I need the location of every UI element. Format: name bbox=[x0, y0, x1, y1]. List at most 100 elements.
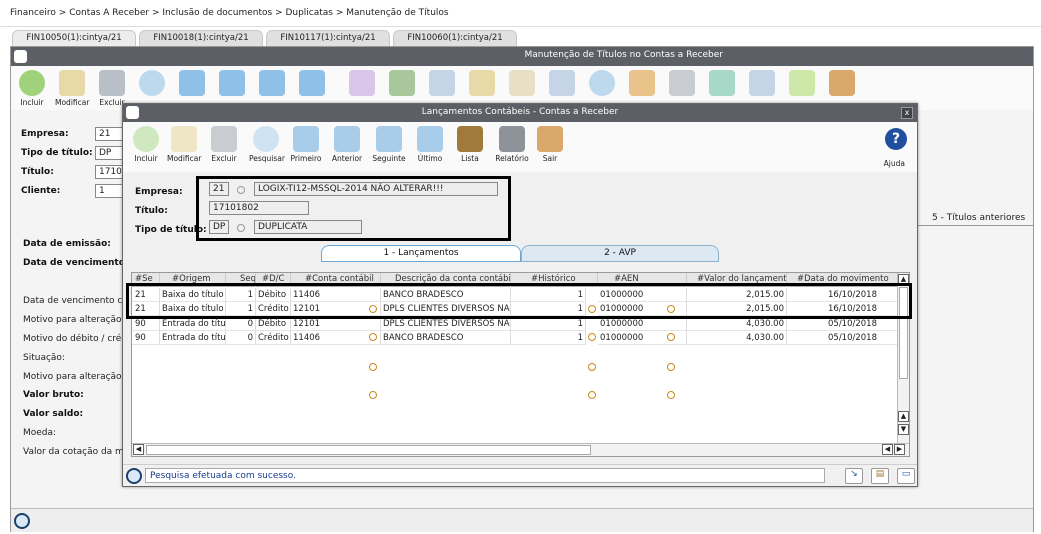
tab-fin10050[interactable]: FIN10050(1):cintya/21 bbox=[12, 30, 136, 46]
clipboard-icon[interactable]: ▤ bbox=[871, 468, 889, 484]
dialog-sair-button[interactable]: Sair bbox=[533, 126, 567, 166]
magnifier-icon bbox=[589, 70, 615, 96]
conta-lookup-icon[interactable] bbox=[369, 363, 377, 371]
add-icon bbox=[133, 126, 159, 152]
cell-descricao: DPLS CLIENTES DIVERSOS NAC bbox=[381, 317, 511, 331]
tipo-titulo-field[interactable]: DP bbox=[95, 146, 125, 160]
rows-highlight-box bbox=[126, 283, 912, 319]
cell-descricao: BANCO BRADESCO bbox=[381, 331, 511, 345]
dialog-pesquisar-button[interactable]: Pesquisar bbox=[249, 126, 285, 166]
aen-lookup-icon[interactable] bbox=[667, 363, 675, 371]
historico-lookup-icon[interactable] bbox=[588, 391, 596, 399]
titulo-field[interactable]: 17101 bbox=[95, 165, 125, 179]
aen-lookup-icon[interactable] bbox=[667, 391, 675, 399]
totvs-circle-icon[interactable] bbox=[14, 513, 30, 529]
help-icon[interactable]: ? bbox=[885, 128, 907, 150]
cell-se: 90 bbox=[132, 317, 160, 331]
valor-saldo-label: Valor saldo: bbox=[23, 409, 84, 419]
exit-door-icon bbox=[537, 126, 563, 152]
moeda-label: Moeda: bbox=[23, 428, 57, 438]
search-icon bbox=[253, 126, 279, 152]
titulos-anteriores-tab[interactable]: 5 - Títulos anteriores bbox=[916, 211, 1034, 226]
nd-icon bbox=[749, 70, 775, 96]
dialog-relatorio-button[interactable]: Relatório bbox=[495, 126, 529, 166]
program-tabs: FIN10050(1):cintya/21 FIN10018(1):cintya… bbox=[0, 27, 1041, 46]
dialog-title-bar: Lançamentos Contábeis - Contas a Receber… bbox=[123, 104, 917, 122]
lancamentos-dialog: Lançamentos Contábeis - Contas a Receber… bbox=[122, 103, 918, 487]
status-message: Pesquisa efetuada com sucesso. bbox=[145, 468, 825, 483]
message-icon[interactable]: ▭ bbox=[897, 468, 915, 484]
note-icon bbox=[509, 70, 535, 96]
valor-bruto-label: Valor bruto: bbox=[23, 390, 84, 400]
empresa-label: Empresa: bbox=[21, 129, 69, 139]
scroll-left2-icon[interactable]: ◀ bbox=[882, 444, 893, 455]
scroll-down-icon[interactable]: ▼ bbox=[898, 424, 909, 435]
scroll-step-up-icon[interactable]: ▲ bbox=[898, 411, 909, 422]
dialog-lista-button[interactable]: Lista bbox=[453, 126, 487, 166]
grid-horizontal-scrollbar[interactable]: ◀ ◀ ▶ bbox=[132, 443, 909, 456]
status-circle-icon[interactable] bbox=[126, 468, 142, 484]
cell-valor: 4,030.00 bbox=[687, 331, 787, 345]
dialog-primeiro-button[interactable]: Primeiro bbox=[289, 126, 323, 166]
breadcrumb: Financeiro > Contas A Receber > Inclusão… bbox=[0, 0, 1041, 27]
zoom-icon[interactable]: ↘ bbox=[845, 468, 863, 484]
hscroll-thumb[interactable] bbox=[146, 445, 591, 455]
main-title: Manutenção de Títulos no Contas a Recebe… bbox=[524, 50, 723, 60]
dialog-ultimo-button[interactable]: Último bbox=[413, 126, 447, 166]
dialog-anterior-button[interactable]: Anterior bbox=[330, 126, 364, 166]
tipo-titulo-label: Tipo de título: bbox=[21, 148, 93, 158]
dialog-incluir-button[interactable]: Incluir bbox=[129, 126, 163, 166]
cell-seq: 0 bbox=[226, 331, 256, 345]
cell-historico: 1 bbox=[511, 331, 586, 345]
cell-valor: 4,030.00 bbox=[687, 317, 787, 331]
table-row[interactable]: 90 Entrada do título 0 Débito 12101 DPLS… bbox=[132, 317, 898, 371]
cell-conta: 11406 bbox=[291, 331, 381, 345]
trash-icon bbox=[211, 126, 237, 152]
main-title-bar: Manutenção de Títulos no Contas a Recebe… bbox=[11, 47, 1033, 66]
printer-icon bbox=[499, 126, 525, 152]
scroll-right-icon[interactable]: ▶ bbox=[894, 444, 905, 455]
cell-origem: Entrada do título bbox=[160, 331, 226, 345]
form-highlight-box bbox=[196, 176, 511, 241]
dialog-window-icon bbox=[126, 106, 139, 119]
dialog-excluir-button[interactable]: Excluir bbox=[207, 126, 241, 166]
tab-fin10018[interactable]: FIN10018(1):cintya/21 bbox=[139, 30, 263, 46]
dialog-modificar-button[interactable]: Modificar bbox=[167, 126, 201, 166]
main-modificar-button[interactable]: Modificar bbox=[55, 70, 89, 110]
empresa-field[interactable]: 21 bbox=[95, 127, 125, 141]
dialog-toolbar: Incluir Modificar Excluir Pesquisar Prim… bbox=[123, 122, 917, 172]
main-incluir-button[interactable]: Incluir bbox=[15, 70, 49, 110]
edit-icon bbox=[59, 70, 85, 96]
cell-data: 05/10/2018 bbox=[787, 317, 898, 331]
scroll-left-icon[interactable]: ◀ bbox=[133, 444, 144, 455]
prev-arrow-icon bbox=[334, 126, 360, 152]
tab-fin10060[interactable]: FIN10060(1):cintya/21 bbox=[393, 30, 517, 46]
tab-lancamentos[interactable]: 1 - Lançamentos bbox=[321, 245, 521, 262]
cliente-field[interactable]: 1 bbox=[95, 184, 125, 198]
conta-lookup-icon[interactable] bbox=[369, 391, 377, 399]
next-arrow-icon bbox=[259, 70, 285, 96]
dialog-empresa-label: Empresa: bbox=[135, 187, 183, 197]
cliente-label: Cliente: bbox=[21, 186, 61, 196]
cell-conta: 12101 bbox=[291, 317, 381, 331]
window-icon bbox=[14, 50, 27, 63]
list-icon bbox=[429, 70, 455, 96]
trash-icon bbox=[99, 70, 125, 96]
vencimento-com-label: Data de vencimento com bbox=[23, 296, 137, 306]
close-icon[interactable]: x bbox=[901, 107, 913, 119]
dialog-title: Lançamentos Contábeis - Contas a Receber bbox=[421, 107, 619, 117]
tab-avp[interactable]: 2 - AVP bbox=[521, 245, 719, 262]
edit-icon bbox=[171, 126, 197, 152]
titulo-label: Título: bbox=[21, 167, 54, 177]
details-icon bbox=[789, 70, 815, 96]
gear-icon bbox=[669, 70, 695, 96]
money-icon bbox=[709, 70, 735, 96]
table-row[interactable]: 90 Entrada do título 0 Crédito 11406 BAN… bbox=[132, 331, 898, 399]
prev-arrow-icon bbox=[219, 70, 245, 96]
users-icon bbox=[629, 70, 655, 96]
historico-lookup-icon[interactable] bbox=[588, 363, 596, 371]
last-arrow-icon bbox=[417, 126, 443, 152]
dialog-seguinte-button[interactable]: Seguinte bbox=[372, 126, 406, 166]
next-arrow-icon bbox=[376, 126, 402, 152]
tab-fin10117[interactable]: FIN10117(1):cintya/21 bbox=[266, 30, 390, 46]
